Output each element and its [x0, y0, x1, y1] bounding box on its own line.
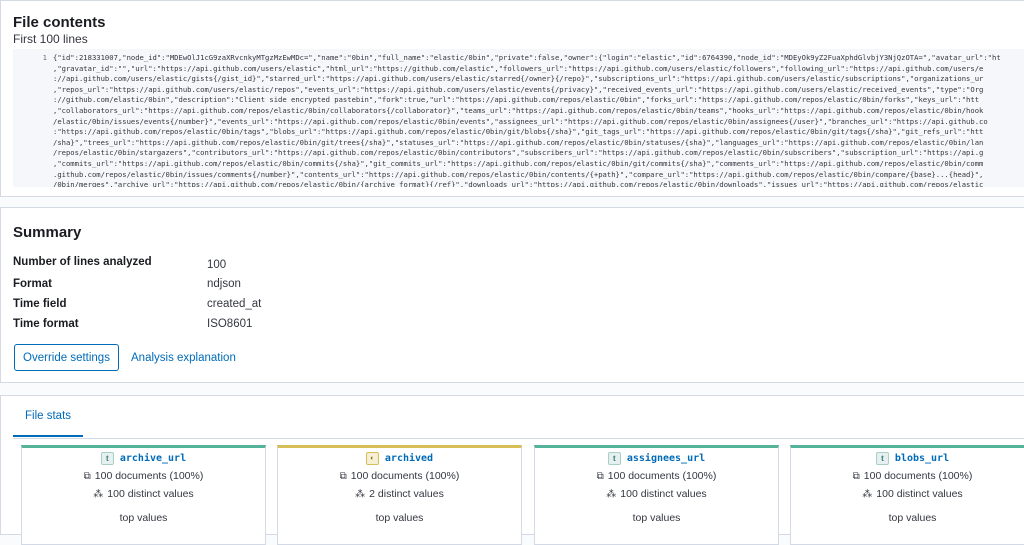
field-name: archived	[384, 453, 434, 464]
documents-count: ⧉ 100 documents (100%)	[852, 470, 973, 482]
documents-icon: ⧉	[596, 470, 604, 482]
field-card-assignees-url[interactable]: t assignees_url ⧉ 100 documents (100%) ⁂…	[534, 445, 779, 545]
distinct-values: ⁂ 100 distinct values	[862, 488, 963, 500]
top-values-label: top values	[632, 512, 681, 524]
file-contents-panel: File contents First 100 lines 1 {"id":21…	[0, 0, 1024, 197]
summary-label: Format	[13, 278, 52, 290]
code-line: ://api.github.com/users/elastic/gists{/g…	[53, 74, 984, 84]
code-line: {"id":218331007,"node_id":"MDEwOlJ1cG9za…	[53, 53, 1001, 62]
summary-label: Number of lines analyzed	[13, 256, 152, 268]
documents-count: ⧉ 100 documents (100%)	[596, 470, 717, 482]
code-line: /repos/elastic/0bin/stargazers","contrib…	[53, 148, 984, 158]
field-name: blobs_url	[894, 453, 950, 464]
boolean-type-icon: ◐	[365, 452, 379, 465]
text-type-icon: t	[875, 452, 889, 465]
line-number: 1	[42, 53, 47, 62]
distinct-values: ⁂ 100 distinct values	[606, 488, 707, 500]
field-card-archived[interactable]: ◐ archived ⧉ 100 documents (100%) ⁂ 2 di…	[277, 445, 522, 545]
summary-title: Summary	[13, 224, 82, 241]
field-card-blobs-url[interactable]: t blobs_url ⧉ 100 documents (100%) ⁂ 100…	[790, 445, 1024, 545]
summary-value: 100	[207, 259, 227, 271]
documents-icon: ⧉	[339, 470, 347, 482]
distinct-values-icon: ⁂	[355, 488, 366, 500]
code-line: /sha}","trees_url":"https://api.github.c…	[53, 137, 984, 147]
code-lines: {"id":218331007,"node_id":"MDEwOlJ1cG9za…	[53, 53, 1001, 187]
field-card-title[interactable]: t assignees_url	[535, 452, 778, 465]
code-line: /0bin/merges","archive_url":"https://api…	[53, 180, 984, 187]
field-name: assignees_url	[626, 453, 706, 464]
summary-panel: Summary Number of lines analyzed 100 For…	[0, 207, 1024, 383]
code-line: .github.com/repos/elastic/0bin/issues/co…	[53, 169, 984, 179]
top-values-label: top values	[375, 512, 424, 524]
code-line: ,"repos_url":"https://api.github.com/use…	[53, 84, 984, 94]
summary-label: Time field	[13, 298, 67, 310]
summary-value: ndjson	[207, 278, 241, 290]
code-line: ,"gravatar_id":"","url":"https://api.git…	[53, 63, 984, 73]
file-contents-title: File contents	[13, 14, 106, 31]
top-values-label: top values	[119, 512, 168, 524]
field-card-title[interactable]: t archive_url	[22, 452, 265, 465]
distinct-values-icon: ⁂	[862, 488, 873, 500]
summary-label: Time format	[13, 318, 79, 330]
code-line: ://github.com/elastic/0bin","description…	[53, 95, 980, 105]
override-settings-button[interactable]: Override settings	[14, 344, 119, 371]
file-contents-code[interactable]: 1 {"id":218331007,"node_id":"MDEwOlJ1cG9…	[13, 49, 1024, 187]
summary-value: ISO8601	[207, 318, 253, 330]
tab-file-stats[interactable]: File stats	[13, 396, 84, 437]
file-stats-panel: File stats t archive_url ⧉ 100 documents…	[0, 395, 1024, 545]
field-card-archive-url[interactable]: t archive_url ⧉ 100 documents (100%) ⁂ 1…	[21, 445, 266, 545]
analysis-explanation-button[interactable]: Analysis explanation	[131, 344, 236, 371]
distinct-values: ⁂ 100 distinct values	[93, 488, 194, 500]
distinct-values-icon: ⁂	[93, 488, 104, 500]
field-card-title[interactable]: t blobs_url	[791, 452, 1024, 465]
code-line: /elastic/0bin/issues/events{/number}","e…	[53, 116, 988, 126]
distinct-values: ⁂ 2 distinct values	[355, 488, 444, 500]
text-type-icon: t	[100, 452, 114, 465]
code-line: ,"commits_url":"https://api.github.com/r…	[53, 158, 984, 168]
documents-icon: ⧉	[83, 470, 91, 482]
text-type-icon: t	[607, 452, 621, 465]
summary-value: created_at	[207, 298, 262, 310]
code-line: :"https://api.github.com/repos/elastic/0…	[53, 127, 984, 137]
field-name: archive_url	[119, 453, 187, 464]
distinct-values-icon: ⁂	[606, 488, 617, 500]
documents-count: ⧉ 100 documents (100%)	[339, 470, 460, 482]
code-line: ,"collaborators_url":"https://api.github…	[53, 105, 984, 115]
top-values-label: top values	[888, 512, 937, 524]
file-stats-tabs: File stats	[13, 396, 1024, 439]
field-card-title[interactable]: ◐ archived	[278, 452, 521, 465]
documents-count: ⧉ 100 documents (100%)	[83, 470, 204, 482]
documents-icon: ⧉	[852, 470, 860, 482]
file-contents-subtitle: First 100 lines	[13, 32, 88, 46]
